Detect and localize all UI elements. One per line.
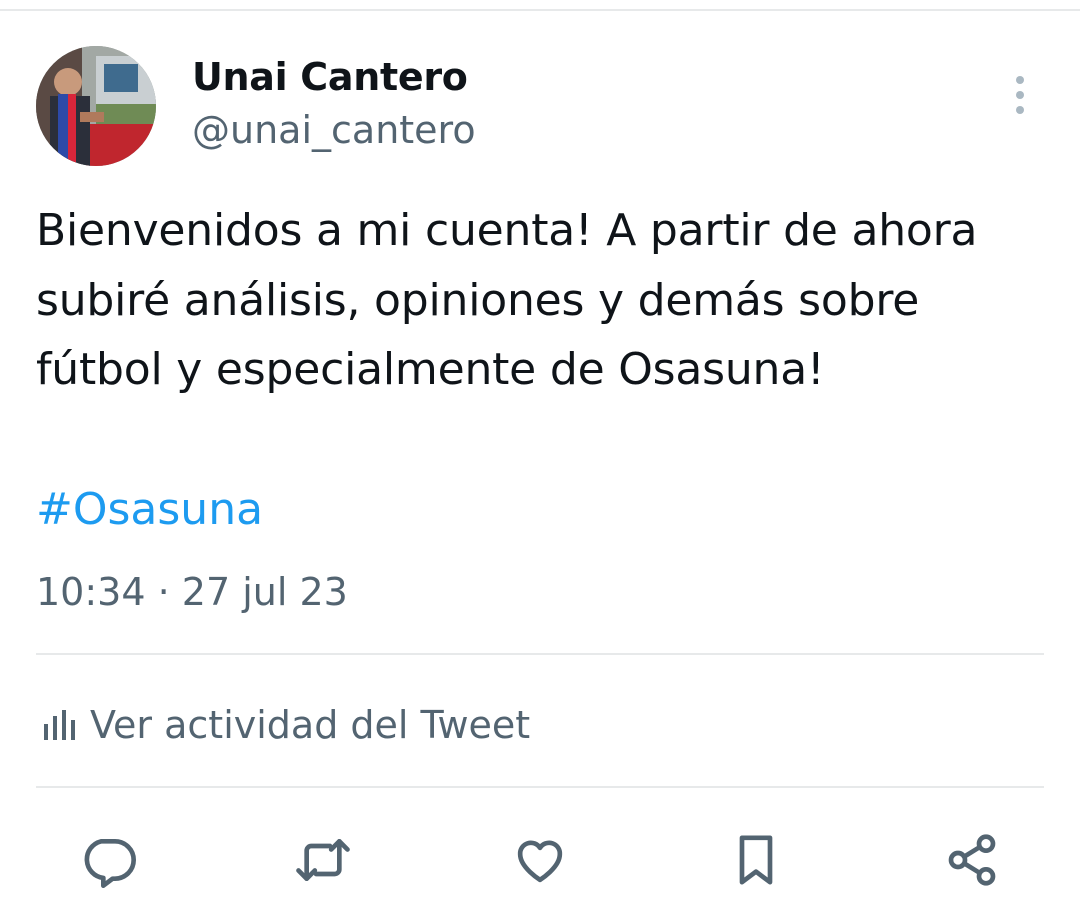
tweet-time[interactable]: 10:34 [36, 570, 146, 614]
tweet-timestamp: 10:34 · 27 jul 23 [36, 566, 348, 618]
top-divider [0, 9, 1080, 11]
more-vertical-icon [1016, 76, 1024, 114]
author-display-name[interactable]: Unai Cantero [192, 54, 468, 100]
analytics-icon [44, 710, 75, 740]
avatar[interactable] [36, 46, 156, 166]
bookmark-button[interactable] [724, 826, 788, 892]
view-activity-button[interactable]: Ver actividad del Tweet [36, 697, 530, 753]
share-icon [948, 834, 996, 886]
divider [36, 653, 1044, 655]
tweet-text: Bienvenidos a mi cuenta! A partir de aho… [36, 205, 978, 395]
author-handle[interactable]: @unai_cantero [192, 107, 476, 153]
view-activity-label: Ver actividad del Tweet [90, 703, 531, 747]
like-button[interactable] [508, 826, 572, 892]
bookmark-icon [739, 835, 773, 885]
divider [36, 786, 1044, 788]
retweet-icon [296, 839, 350, 881]
retweet-button[interactable] [291, 826, 355, 892]
tweet-date[interactable]: 27 jul 23 [182, 570, 348, 614]
more-options-button[interactable] [1000, 72, 1040, 118]
share-button[interactable] [940, 826, 1004, 892]
reply-button[interactable] [76, 826, 140, 892]
hashtag-link[interactable]: #Osasuna [36, 475, 263, 545]
avatar-photo [36, 46, 156, 166]
reply-icon [84, 839, 136, 888]
like-icon [517, 840, 563, 883]
timestamp-separator: · [157, 570, 170, 614]
